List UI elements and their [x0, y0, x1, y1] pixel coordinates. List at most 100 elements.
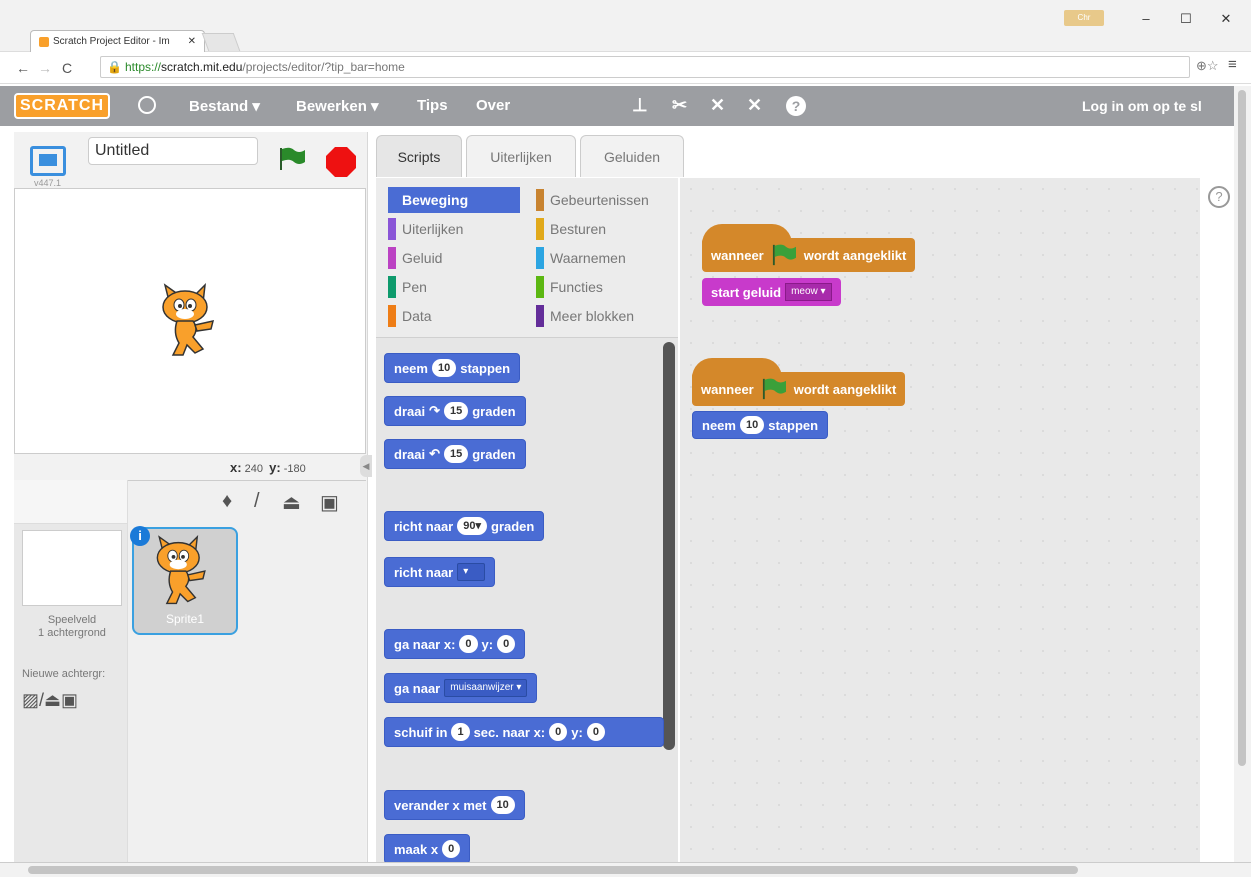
forward-arrow-icon[interactable]: → — [34, 60, 56, 76]
grow-icon[interactable]: ✕ — [710, 95, 725, 116]
help-question-icon[interactable]: ? — [786, 96, 806, 116]
sound-dropdown[interactable]: meow ▾ — [785, 283, 832, 301]
upload-sprite-icon[interactable]: ⏏ — [282, 490, 301, 515]
number-slot[interactable]: 0 — [459, 635, 478, 653]
color-swatch — [388, 276, 396, 298]
block-point-direction[interactable]: richt naar 90▾ graden — [384, 511, 545, 541]
camera-sprite-icon[interactable]: ▣ — [320, 490, 339, 515]
number-slot[interactable]: 1 — [451, 723, 470, 741]
shrink-icon[interactable]: ✕ — [747, 95, 762, 116]
lock-icon: 🔒 — [107, 60, 122, 74]
category-gebeurtenissen[interactable]: Gebeurtenissen — [536, 187, 676, 213]
vertical-scroll-thumb[interactable] — [1238, 90, 1246, 766]
block-change-x[interactable]: verander x met 10 — [384, 790, 525, 820]
number-slot[interactable]: 15 — [443, 402, 469, 420]
login-link[interactable]: Log in om op te sl — [1082, 98, 1202, 114]
block-text: maak x — [394, 841, 439, 857]
browser-tab[interactable]: Scratch Project Editor - Im ✕ — [30, 30, 205, 52]
delete-scissors-icon[interactable]: ✂ — [672, 95, 687, 116]
category-beweging[interactable]: Beweging — [388, 187, 520, 213]
block-goto-target[interactable]: ga naar muisaanwijzer ▾ — [384, 673, 538, 703]
category-functies[interactable]: Functies — [536, 274, 676, 300]
script2-when-flag-clicked[interactable]: wanneer wordt aangeklikt — [692, 358, 906, 406]
tab-close-icon[interactable]: ✕ — [188, 36, 196, 47]
url-host: scratch.mit.edu — [161, 60, 243, 74]
horizontal-scroll-thumb[interactable] — [28, 866, 1078, 874]
backdrop-library-icon[interactable]: ▨ — [22, 690, 39, 710]
block-move-steps[interactable]: neem 10 stappen — [384, 353, 521, 383]
maximize-button[interactable]: ☐ — [1166, 8, 1206, 30]
target-dropdown[interactable]: muisaanwijzer ▾ — [444, 679, 528, 697]
number-slot[interactable]: 0 — [586, 723, 605, 741]
choose-sprite-library-icon[interactable]: ♦ — [222, 490, 232, 513]
number-slot[interactable]: 15 — [443, 445, 469, 463]
category-geluid[interactable]: Geluid — [388, 245, 518, 271]
color-swatch — [536, 247, 544, 269]
category-data[interactable]: Data — [388, 303, 518, 329]
number-slot[interactable]: 0 — [442, 840, 461, 858]
paint-new-sprite-icon[interactable]: / — [254, 490, 260, 513]
camera-backdrop-icon[interactable]: ▣ — [61, 690, 78, 710]
fullscreen-icon[interactable] — [30, 146, 66, 176]
duplicate-stamp-icon[interactable]: ⊥ — [632, 95, 648, 116]
browser-menu-icon[interactable]: ≡ — [1228, 56, 1237, 73]
collapse-stage-button[interactable]: ◀ — [360, 455, 372, 477]
block-set-x[interactable]: maak x 0 — [384, 834, 471, 864]
stage-thumbnail[interactable] — [22, 530, 122, 606]
menu-bestand[interactable]: Bestand ▾ — [189, 97, 260, 115]
menu-tips[interactable]: Tips — [417, 97, 448, 114]
category-besturen[interactable]: Besturen — [536, 216, 676, 242]
stage-label: Speelveld — [47, 614, 97, 626]
block-turn-right[interactable]: draai ↷ 15 graden — [384, 396, 526, 426]
cat-sprite-icon[interactable] — [155, 283, 225, 363]
block-text: neem — [702, 417, 736, 433]
script1-when-flag-clicked[interactable]: wanneer wordt aangeklikt — [702, 224, 916, 272]
url-field[interactable]: 🔒 https://scratch.mit.edu/projects/edito… — [100, 56, 1190, 78]
category-waarnemen[interactable]: Waarnemen — [536, 245, 676, 271]
category-pen[interactable]: Pen — [388, 274, 518, 300]
back-arrow-icon[interactable]: ← — [12, 60, 34, 76]
number-slot[interactable]: 0 — [497, 635, 516, 653]
block-glide[interactable]: schuif in 1 sec. naar x: 0 y: 0 — [384, 717, 664, 747]
number-slot[interactable]: 0 — [549, 723, 568, 741]
block-point-towards[interactable]: richt naar ▾ — [384, 557, 496, 587]
number-slot[interactable]: 10 — [490, 796, 515, 814]
scratch-logo[interactable]: SCRATCH — [14, 93, 110, 119]
tab-uiterlijken[interactable]: Uiterlijken — [466, 135, 576, 177]
number-dropdown-slot[interactable]: 90▾ — [457, 517, 488, 535]
target-dropdown[interactable]: ▾ — [457, 563, 486, 581]
reload-icon[interactable]: C — [56, 60, 78, 76]
category-uiterlijken[interactable]: Uiterlijken — [388, 216, 518, 242]
number-slot[interactable]: 10 — [739, 416, 765, 434]
help-icon[interactable]: ? — [1208, 186, 1230, 208]
block-goto-xy[interactable]: ga naar x: 0 y: 0 — [384, 629, 526, 659]
zoom-icon[interactable]: ⊕☆ — [1196, 58, 1219, 74]
block-turn-left[interactable]: draai ↶ 15 graden — [384, 439, 526, 469]
number-slot[interactable]: 10 — [431, 359, 457, 377]
stop-sign-icon[interactable] — [326, 147, 356, 177]
scratch-menubar — [0, 86, 1251, 126]
new-tab-button[interactable] — [201, 33, 241, 51]
tab-scripts[interactable]: Scripts — [376, 135, 462, 177]
script2-move-steps[interactable]: neem 10 stappen — [692, 411, 829, 439]
upload-backdrop-icon[interactable]: ⏏ — [44, 690, 61, 710]
menu-over[interactable]: Over — [476, 97, 510, 114]
language-globe-icon[interactable] — [138, 96, 156, 114]
green-flag-icon[interactable] — [278, 146, 306, 172]
y-value: -180 — [283, 463, 306, 475]
minimize-button[interactable]: – — [1126, 8, 1166, 30]
close-window-button[interactable]: ✕ — [1206, 8, 1246, 30]
project-name-input[interactable]: Untitled — [88, 137, 258, 165]
menu-bewerken[interactable]: Bewerken ▾ — [296, 97, 379, 115]
version-label: v447.1 — [34, 178, 62, 188]
block-text: draai — [394, 446, 426, 462]
sprite-info-icon[interactable]: i — [130, 526, 150, 546]
user-profile-badge[interactable]: Chr — [1064, 10, 1104, 26]
tab-geluiden[interactable]: Geluiden — [580, 135, 684, 177]
palette-scrollbar[interactable] — [663, 342, 675, 750]
script1-play-sound[interactable]: start geluid meow ▾ — [702, 278, 841, 306]
block-text: schuif in — [394, 724, 448, 740]
block-text: stappen — [768, 417, 819, 433]
category-meer-blokken[interactable]: Meer blokken — [536, 303, 676, 329]
stage-canvas[interactable] — [14, 188, 366, 454]
